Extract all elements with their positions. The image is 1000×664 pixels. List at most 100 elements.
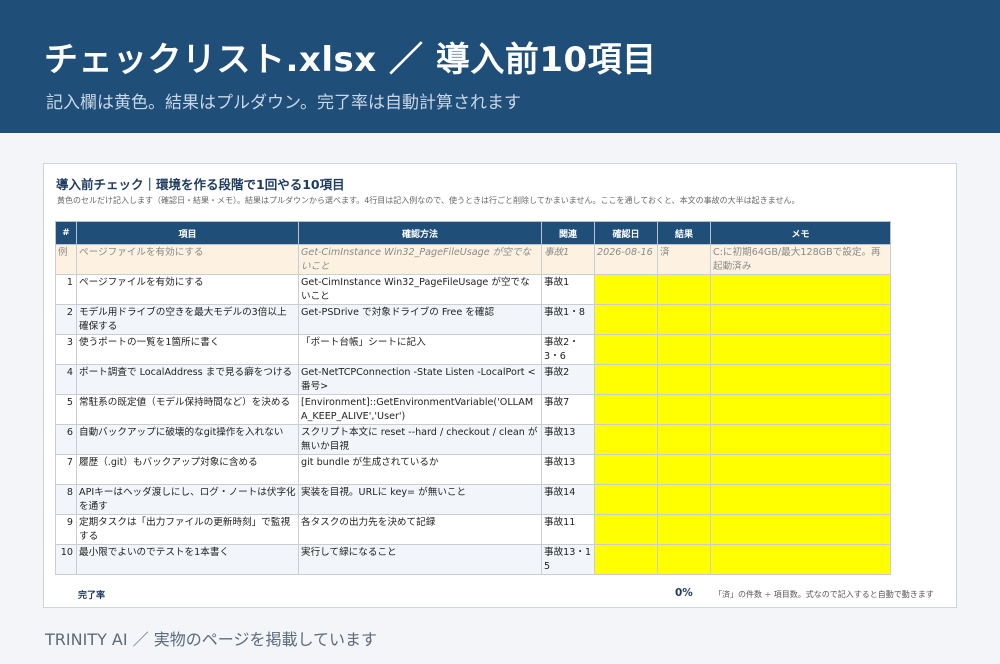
memo-input-cell[interactable] <box>710 304 891 335</box>
memo-input-cell[interactable] <box>710 514 891 545</box>
spreadsheet-sheet: 導入前チェック｜環境を作る段階で1回やる10項目 黄色のセルだけ記入します（確認… <box>43 163 957 608</box>
completion-note: 「済」の件数 ÷ 項目数。式なので記入すると自動で動きます <box>714 590 934 599</box>
date-input-cell[interactable] <box>594 304 658 335</box>
page-title: チェックリスト.xlsx ／ 導入前10項目 <box>44 40 657 80</box>
row-method: git bundle が生成されているか <box>298 454 542 485</box>
row-related: 事故13 <box>541 424 595 455</box>
row-num: 2 <box>55 304 77 335</box>
row-num: 8 <box>55 484 77 515</box>
row-num: 4 <box>55 364 77 395</box>
date-input-cell[interactable] <box>594 364 658 395</box>
row-item: 自動バックアップに破壊的なgit操作を入れない <box>76 424 299 455</box>
row-method: Get-CimInstance Win32_PageFileUsage が空でな… <box>298 274 542 305</box>
row-num: 3 <box>55 334 77 365</box>
row-item: モデル用ドライブの空きを最大モデルの3倍以上確保する <box>76 304 299 335</box>
result-dropdown-cell[interactable] <box>657 334 711 365</box>
footer-caption: TRINITY AI ／ 実物のページを掲載しています <box>45 630 377 649</box>
result-dropdown-cell[interactable] <box>657 484 711 515</box>
row-num: 7 <box>55 454 77 485</box>
table-row: 9 定期タスクは「出力ファイルの更新時刻」で監視する 各タスクの出力先を決めて記… <box>55 514 891 545</box>
example-result: 済 <box>657 244 711 275</box>
table-row: 3 使うポートの一覧を1箇所に書く 「ポート台帳」シートに記入 事故2・3・6 <box>55 334 891 365</box>
row-num: 6 <box>55 424 77 455</box>
result-dropdown-cell[interactable] <box>657 304 711 335</box>
row-method: [Environment]::GetEnvironmentVariable('O… <box>298 394 542 425</box>
col-header-date: 確認日 <box>594 221 658 245</box>
example-item: ページファイルを有効にする <box>76 244 299 275</box>
row-num: 9 <box>55 514 77 545</box>
header-row: # 項目 確認方法 関連 確認日 結果 メモ <box>55 221 891 245</box>
row-related: 事故11 <box>541 514 595 545</box>
row-related: 事故2・3・6 <box>541 334 595 365</box>
example-memo: C:に初期64GB/最大128GBで設定。再起動済み <box>710 244 891 275</box>
example-related: 事故1 <box>541 244 595 275</box>
memo-input-cell[interactable] <box>710 544 891 575</box>
row-item: 定期タスクは「出力ファイルの更新時刻」で監視する <box>76 514 299 545</box>
date-input-cell[interactable] <box>594 544 658 575</box>
memo-input-cell[interactable] <box>710 424 891 455</box>
table-row: 7 履歴（.git）もバックアップ対象に含める git bundle が生成され… <box>55 454 891 485</box>
table-row: 6 自動バックアップに破壊的なgit操作を入れない スクリプト本文に reset… <box>55 424 891 455</box>
row-item: 履歴（.git）もバックアップ対象に含める <box>76 454 299 485</box>
row-num: 5 <box>55 394 77 425</box>
row-related: 事故2 <box>541 364 595 395</box>
row-num: 10 <box>55 544 77 575</box>
example-row: 例 ページファイルを有効にする Get-CimInstance Win32_Pa… <box>55 244 891 275</box>
date-input-cell[interactable] <box>594 484 658 515</box>
row-related: 事故1 <box>541 274 595 305</box>
row-related: 事故14 <box>541 484 595 515</box>
header-banner: チェックリスト.xlsx ／ 導入前10項目 記入欄は黄色。結果はプルダウン。完… <box>0 0 1000 133</box>
col-header-item: 項目 <box>76 221 299 245</box>
example-method: Get-CimInstance Win32_PageFileUsage が空でな… <box>298 244 542 275</box>
memo-input-cell[interactable] <box>710 274 891 305</box>
checklist-table: # 項目 確認方法 関連 確認日 結果 メモ 例 ページファイルを有効にする G… <box>55 221 891 575</box>
completion-label: 完了率 <box>78 591 106 601</box>
row-related: 事故1・8 <box>541 304 595 335</box>
col-header-method: 確認方法 <box>298 221 542 245</box>
row-method: Get-PSDrive で対象ドライブの Free を確認 <box>298 304 542 335</box>
col-header-related: 関連 <box>541 221 595 245</box>
row-method: 実行して緑になること <box>298 544 542 575</box>
row-related: 事故13 <box>541 454 595 485</box>
result-dropdown-cell[interactable] <box>657 394 711 425</box>
date-input-cell[interactable] <box>594 394 658 425</box>
date-input-cell[interactable] <box>594 514 658 545</box>
row-num: 1 <box>55 274 77 305</box>
row-method: Get-NetTCPConnection -State Listen -Loca… <box>298 364 542 395</box>
result-dropdown-cell[interactable] <box>657 454 711 485</box>
table-row: 4 ポート調査で LocalAddress まで見る癖をつける Get-NetT… <box>55 364 891 395</box>
memo-input-cell[interactable] <box>710 334 891 365</box>
example-num: 例 <box>55 244 77 275</box>
sheet-instructions: 黄色のセルだけ記入します（確認日・結果・メモ）。結果はプルダウンから選べます。4… <box>57 196 800 205</box>
table-row: 1 ページファイルを有効にする Get-CimInstance Win32_Pa… <box>55 274 891 305</box>
memo-input-cell[interactable] <box>710 454 891 485</box>
col-header-num: # <box>55 221 77 245</box>
row-item: 最小限でよいのでテストを1本書く <box>76 544 299 575</box>
completion-rate: 0% <box>675 587 693 599</box>
col-header-memo: メモ <box>710 221 891 245</box>
date-input-cell[interactable] <box>594 334 658 365</box>
date-input-cell[interactable] <box>594 424 658 455</box>
row-method: 「ポート台帳」シートに記入 <box>298 334 542 365</box>
memo-input-cell[interactable] <box>710 484 891 515</box>
date-input-cell[interactable] <box>594 274 658 305</box>
result-dropdown-cell[interactable] <box>657 544 711 575</box>
result-dropdown-cell[interactable] <box>657 364 711 395</box>
table-row: 5 常駐系の既定値（モデル保持時間など）を決める [Environment]::… <box>55 394 891 425</box>
memo-input-cell[interactable] <box>710 364 891 395</box>
row-method: スクリプト本文に reset --hard / checkout / clean… <box>298 424 542 455</box>
row-method: 実装を目視。URLに key= が無いこと <box>298 484 542 515</box>
row-item: ポート調査で LocalAddress まで見る癖をつける <box>76 364 299 395</box>
result-dropdown-cell[interactable] <box>657 274 711 305</box>
row-item: 使うポートの一覧を1箇所に書く <box>76 334 299 365</box>
sheet-title: 導入前チェック｜環境を作る段階で1回やる10項目 <box>56 177 345 192</box>
memo-input-cell[interactable] <box>710 394 891 425</box>
date-input-cell[interactable] <box>594 454 658 485</box>
row-item: APIキーはヘッダ渡しにし、ログ・ノートは伏字化を通す <box>76 484 299 515</box>
page-subtitle: 記入欄は黄色。結果はプルダウン。完了率は自動計算されます <box>46 93 521 113</box>
row-item: 常駐系の既定値（モデル保持時間など）を決める <box>76 394 299 425</box>
row-item: ページファイルを有効にする <box>76 274 299 305</box>
result-dropdown-cell[interactable] <box>657 424 711 455</box>
row-related: 事故13・15 <box>541 544 595 575</box>
result-dropdown-cell[interactable] <box>657 514 711 545</box>
